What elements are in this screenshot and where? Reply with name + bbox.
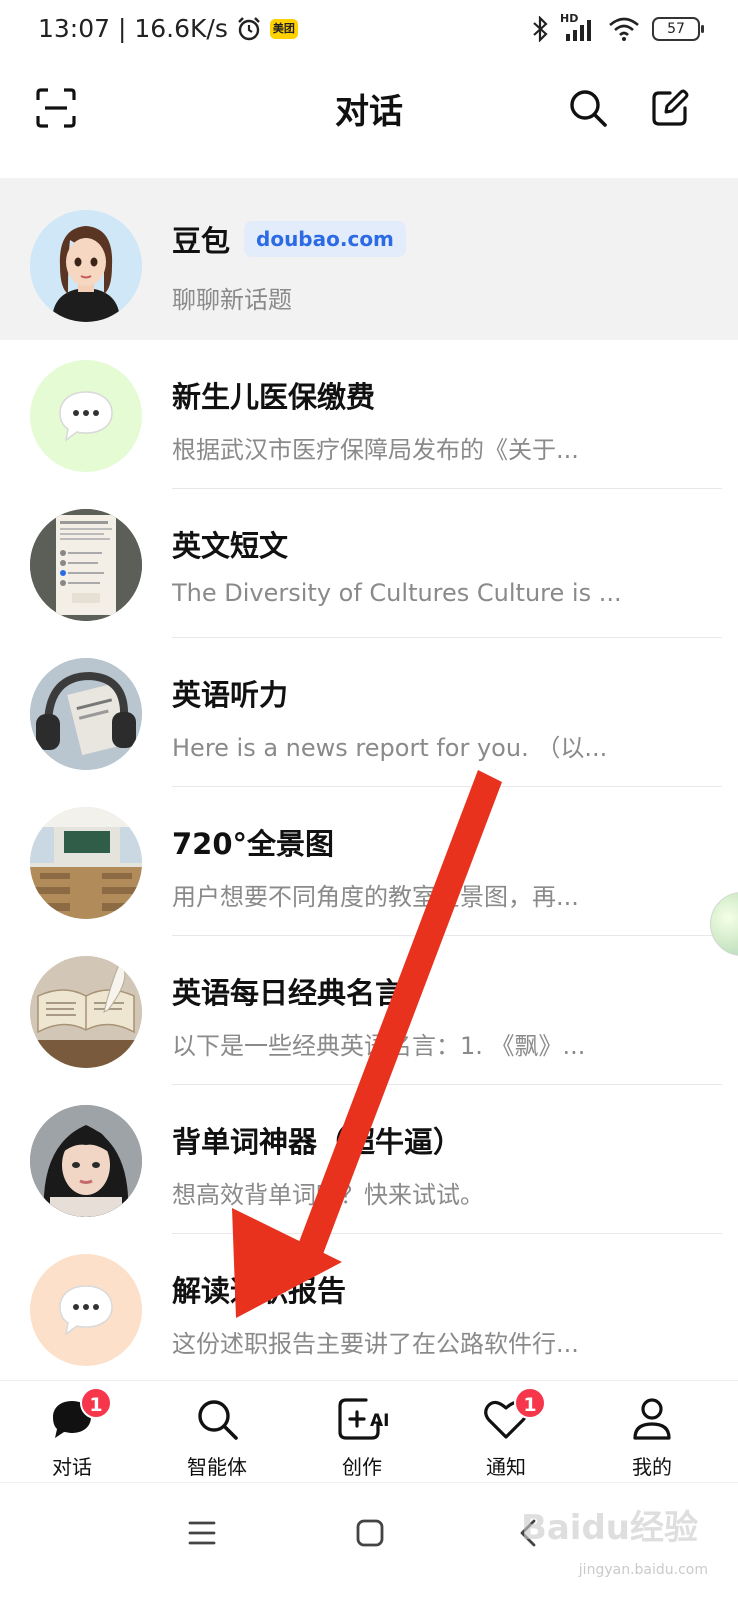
- chat-bubble-icon: [59, 1285, 113, 1336]
- headphones-icon: [30, 658, 142, 770]
- chat-bubble-icon: [59, 391, 113, 442]
- chat-item-panorama[interactable]: 720°全景图 用户想要不同角度的教室全景图，再...: [0, 787, 738, 936]
- chat-preview: 以下是一些经典英语名言：1. 《飘》...: [172, 1032, 586, 1060]
- wifi-icon: [609, 17, 639, 41]
- chat-preview: 聊聊新话题: [172, 286, 292, 314]
- chat-title: 英语每日经典名言: [172, 976, 405, 1010]
- tab-create[interactable]: AI 创作: [312, 1393, 412, 1480]
- search-icon: [198, 1400, 238, 1440]
- chat-item-english-essay[interactable]: 英文短文 The Diversity of Cultures Culture i…: [0, 489, 738, 638]
- chat-item-vocab-tool[interactable]: 背单词神器（超牛逼） 想高效背单词吗？快来试试。: [0, 1085, 738, 1234]
- home-icon[interactable]: [348, 1511, 392, 1555]
- chat-list: 豆包 doubao.com 聊聊新话题 新生儿医保缴费 根据武汉市医疗保障局发布…: [0, 178, 738, 1383]
- chat-title: 新生儿医保缴费: [172, 380, 376, 414]
- avatar-doubao: [30, 210, 142, 322]
- signal-icon: [566, 20, 591, 41]
- alarm-icon: [238, 16, 260, 40]
- chat-title-text: 豆包: [172, 224, 231, 258]
- chat-preview: 根据武汉市医疗保障局发布的《关于...: [172, 436, 579, 464]
- portrait-photo-icon: [30, 1105, 142, 1217]
- page-title: 对话: [335, 92, 403, 132]
- notification-badge: 1: [514, 1387, 546, 1419]
- tab-label: 创作: [342, 1455, 382, 1479]
- tab-create-icon-wrap: AI: [312, 1393, 412, 1445]
- top-header: 对话: [0, 62, 738, 178]
- avatar-chat-bubble: [30, 1254, 142, 1366]
- chat-title: 背单词神器（超牛逼）: [172, 1125, 463, 1159]
- avatar-girl-photo: [30, 1105, 142, 1217]
- status-left: 13:07 | 16.6K/s 美团: [38, 14, 298, 43]
- tab-label: 对话: [52, 1455, 92, 1479]
- person-icon: [633, 1398, 671, 1440]
- baidu-watermark-url: jingyan.baidu.com: [578, 1562, 708, 1578]
- open-book-icon: [30, 956, 142, 1068]
- compose-icon[interactable]: [648, 86, 692, 130]
- tab-label: 我的: [632, 1455, 672, 1479]
- avatar-essay-screenshot: [30, 509, 142, 621]
- chat-item-english-listening[interactable]: 英语听力 Here is a news report for you. （以..…: [0, 638, 738, 787]
- avatar-chat-bubble: [30, 360, 142, 472]
- tab-notifications-icon-wrap: 1: [456, 1387, 556, 1445]
- signal-strength: HD: [560, 12, 596, 42]
- chat-item-newborn-insurance[interactable]: 新生儿医保缴费 根据武汉市医疗保障局发布的《关于...: [0, 340, 738, 489]
- status-right: HD 57: [532, 12, 704, 42]
- bluetooth-icon: [533, 16, 548, 42]
- chat-title: 英语听力: [172, 678, 289, 712]
- tab-chat[interactable]: 1 对话: [22, 1387, 122, 1480]
- baidu-watermark: Baidu经验: [520, 1508, 698, 1548]
- tab-label: 智能体: [187, 1455, 247, 1479]
- tab-chat-icon-wrap: 1: [22, 1387, 122, 1445]
- girl-avatar-icon: [30, 210, 142, 322]
- meituan-app-badge: 美团: [269, 18, 298, 39]
- bottom-tab-bar: 1 对话 智能体 AI 创作 1 通知 我的: [0, 1380, 738, 1482]
- status-time-speed: 13:07 | 16.6K/s: [38, 14, 228, 43]
- chat-title: 英文短文: [172, 529, 289, 563]
- document-thumbnail-icon: [30, 509, 142, 621]
- chat-title: 豆包 doubao.com: [172, 218, 406, 260]
- tab-agents-icon-wrap: [167, 1393, 267, 1445]
- tab-profile-icon-wrap: [602, 1393, 702, 1445]
- tab-notifications[interactable]: 1 通知: [456, 1387, 556, 1480]
- domain-badge: doubao.com: [244, 221, 406, 257]
- chat-preview: 想高效背单词吗？快来试试。: [172, 1181, 484, 1209]
- search-icon[interactable]: [566, 86, 610, 130]
- chat-preview: Here is a news report for you. （以...: [172, 734, 608, 762]
- status-bar: 13:07 | 16.6K/s 美团 HD 57: [0, 0, 738, 62]
- chat-title: 解读述职报告: [172, 1274, 347, 1308]
- avatar-headphones: [30, 658, 142, 770]
- tab-label: 通知: [486, 1455, 526, 1479]
- chat-preview: The Diversity of Cultures Culture is ...: [172, 579, 622, 607]
- avatar-classroom: [30, 807, 142, 919]
- tab-profile[interactable]: 我的: [602, 1393, 702, 1480]
- chat-preview: 用户想要不同角度的教室全景图，再...: [172, 883, 579, 911]
- chat-item-doubao[interactable]: 豆包 doubao.com 聊聊新话题: [0, 178, 738, 340]
- menu-icon[interactable]: [180, 1511, 224, 1555]
- classroom-icon: [30, 807, 142, 919]
- chat-item-daily-quotes[interactable]: 英语每日经典名言 以下是一些经典英语名言：1. 《飘》...: [0, 936, 738, 1085]
- notification-badge: 1: [80, 1387, 112, 1419]
- battery-indicator: 57: [652, 17, 704, 41]
- tab-agents[interactable]: 智能体: [167, 1393, 267, 1480]
- avatar-open-book: [30, 956, 142, 1068]
- chat-title: 720°全景图: [172, 827, 335, 861]
- ai-label: AI: [370, 1411, 390, 1431]
- chat-preview: 这份述职报告主要讲了在公路软件行...: [172, 1330, 579, 1358]
- chat-item-report-analysis[interactable]: 解读述职报告 这份述职报告主要讲了在公路软件行...: [0, 1234, 738, 1383]
